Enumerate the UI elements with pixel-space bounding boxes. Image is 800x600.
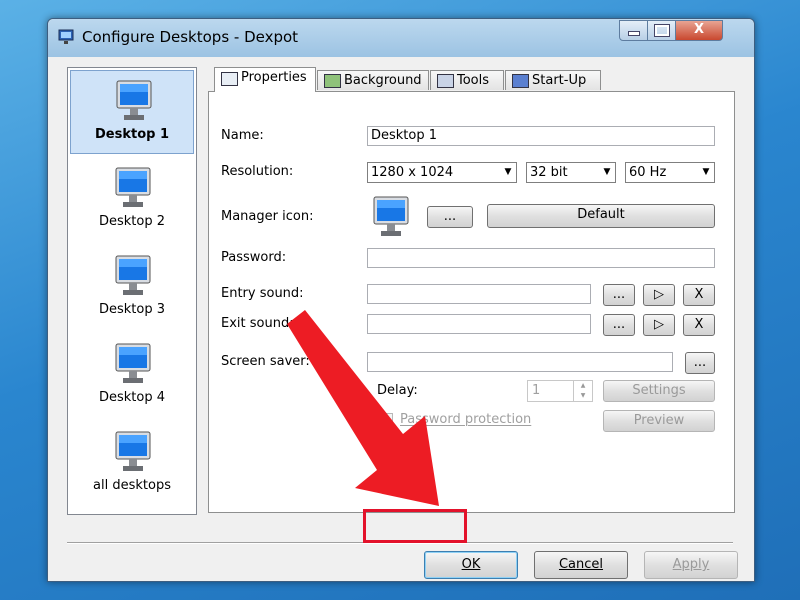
exit-sound-label: Exit sound: bbox=[221, 316, 294, 331]
apply-button[interactable]: Apply bbox=[644, 551, 738, 579]
title-bar[interactable]: Configure Desktops - Dexpot X bbox=[48, 19, 754, 57]
screen-saver-preview-button[interactable]: Preview bbox=[603, 410, 715, 432]
ok-label: OK bbox=[461, 557, 481, 572]
monitor-icon bbox=[115, 167, 151, 207]
dexpot-app-icon bbox=[58, 29, 74, 44]
exit-sound-play-button[interactable]: ▷ bbox=[643, 314, 675, 336]
tab-background[interactable]: Background bbox=[317, 70, 429, 90]
tab-label: Background bbox=[344, 73, 422, 88]
ok-button[interactable]: OK bbox=[424, 551, 518, 579]
entry-sound-clear-button[interactable]: X bbox=[683, 284, 715, 306]
desktop-item-label: Desktop 4 bbox=[98, 390, 165, 405]
desktop-item-3[interactable]: Desktop 3 bbox=[70, 246, 194, 330]
refresh-rate-value: 60 Hz bbox=[629, 165, 667, 180]
entry-sound-browse-button[interactable]: ... bbox=[603, 284, 635, 306]
red-arrow-annotation bbox=[287, 310, 439, 506]
cancel-button[interactable]: Cancel bbox=[534, 551, 628, 579]
desktop-item-label: all desktops bbox=[93, 478, 171, 493]
password-field[interactable] bbox=[367, 248, 715, 268]
desktop-item-label: Desktop 3 bbox=[98, 302, 165, 317]
delay-value: 1 bbox=[532, 383, 541, 398]
delay-spinner[interactable]: 1 ▲ ▼ bbox=[527, 380, 593, 402]
exit-sound-browse-button[interactable]: ... bbox=[603, 314, 635, 336]
clear-icon: X bbox=[694, 287, 704, 302]
monitor-icon bbox=[115, 431, 151, 471]
close-icon: X bbox=[693, 22, 705, 37]
tab-properties[interactable]: Properties bbox=[214, 67, 316, 92]
background-icon bbox=[324, 74, 341, 88]
window-title: Configure Desktops - Dexpot bbox=[82, 28, 299, 46]
resolution-label: Resolution: bbox=[221, 164, 294, 179]
screen-saver-browse-button[interactable]: ... bbox=[685, 352, 715, 374]
desktop-item-label: Desktop 1 bbox=[94, 127, 169, 142]
manager-monitor-icon bbox=[373, 196, 409, 236]
tab-label: Tools bbox=[457, 73, 490, 88]
chevron-down-icon: ▼ bbox=[504, 167, 512, 177]
tools-icon bbox=[437, 74, 454, 88]
maximize-icon bbox=[654, 25, 669, 36]
apply-label: Apply bbox=[672, 557, 710, 572]
desktop-list: Desktop 1 Desktop 2 Desktop 3 Desktop 4 … bbox=[67, 67, 197, 515]
start-up-icon bbox=[512, 74, 529, 88]
properties-icon bbox=[221, 72, 238, 86]
chevron-down-icon: ▼ bbox=[603, 167, 611, 177]
close-button[interactable]: X bbox=[675, 20, 723, 41]
desktop-item-2[interactable]: Desktop 2 bbox=[70, 158, 194, 242]
monitor-icon bbox=[115, 343, 151, 383]
refresh-rate-select[interactable]: 60 Hz ▼ bbox=[625, 162, 715, 183]
resolution-value: 1280 x 1024 bbox=[371, 165, 454, 180]
manager-icon-browse-button[interactable]: ... bbox=[427, 206, 473, 228]
chevron-down-icon: ▼ bbox=[702, 167, 710, 177]
entry-sound-label: Entry sound: bbox=[221, 286, 304, 301]
minimize-icon bbox=[627, 31, 640, 36]
color-depth-select[interactable]: 32 bit ▼ bbox=[526, 162, 616, 183]
entry-sound-field[interactable] bbox=[367, 284, 591, 304]
tab-tools[interactable]: Tools bbox=[430, 70, 504, 90]
desktop-item-4[interactable]: Desktop 4 bbox=[70, 334, 194, 418]
tab-label: Properties bbox=[241, 70, 307, 85]
name-label: Name: bbox=[221, 128, 264, 143]
manager-icon-label: Manager icon: bbox=[221, 209, 314, 224]
desktop-item-all[interactable]: all desktops bbox=[70, 422, 194, 506]
resolution-select[interactable]: 1280 x 1024 ▼ bbox=[367, 162, 517, 183]
color-depth-value: 32 bit bbox=[530, 165, 568, 180]
maximize-button[interactable] bbox=[647, 20, 676, 41]
play-icon: ▷ bbox=[654, 287, 664, 302]
desktop-item-label: Desktop 2 bbox=[98, 214, 165, 229]
clear-icon: X bbox=[694, 317, 704, 332]
default-icon-button[interactable]: Default bbox=[487, 204, 715, 228]
desktop-item-1[interactable]: Desktop 1 bbox=[70, 70, 194, 154]
monitor-icon bbox=[116, 80, 152, 120]
tab-start-up[interactable]: Start-Up bbox=[505, 70, 601, 90]
screen-saver-settings-button[interactable]: Settings bbox=[603, 380, 715, 402]
password-label: Password: bbox=[221, 250, 287, 265]
exit-sound-clear-button[interactable]: X bbox=[683, 314, 715, 336]
cancel-label: Cancel bbox=[558, 557, 604, 572]
spin-down-icon[interactable]: ▼ bbox=[573, 391, 592, 401]
entry-sound-play-button[interactable]: ▷ bbox=[643, 284, 675, 306]
minimize-button[interactable] bbox=[619, 20, 648, 41]
spin-up-icon[interactable]: ▲ bbox=[573, 381, 592, 391]
tab-label: Start-Up bbox=[532, 73, 587, 88]
monitor-icon bbox=[115, 255, 151, 295]
ok-highlight-box bbox=[363, 509, 467, 543]
play-icon: ▷ bbox=[654, 317, 664, 332]
name-field[interactable]: Desktop 1 bbox=[367, 126, 715, 146]
